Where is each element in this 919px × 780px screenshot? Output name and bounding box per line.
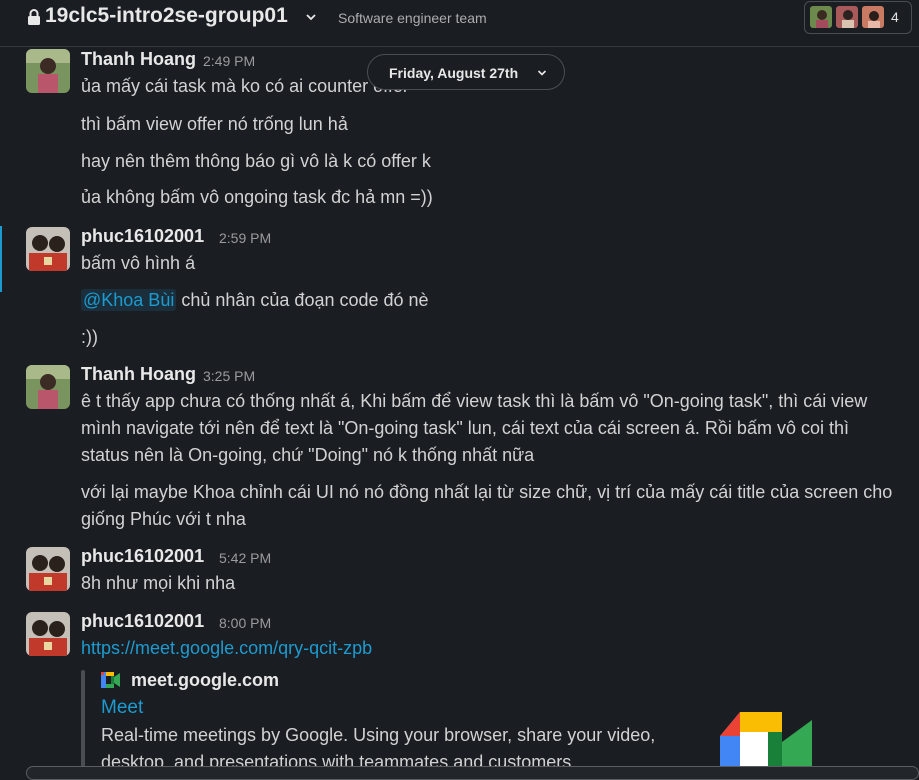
message-line: ủa mấy cái task mà ko có ai counter offe… — [81, 76, 409, 96]
unread-marker — [0, 226, 2, 292]
meet-link[interactable]: https://meet.google.com/qry-qcit-zpb — [81, 638, 372, 659]
chevron-down-icon — [537, 70, 547, 76]
message-author[interactable]: phuc16102001 — [81, 226, 204, 247]
avatar[interactable] — [26, 227, 70, 271]
chevron-down-icon[interactable] — [305, 11, 317, 23]
google-meet-logo — [720, 712, 812, 773]
message-line: bấm vô hình á — [81, 253, 196, 273]
message-line: status nên là On-going, chứ "Doing" nó k… — [81, 445, 535, 465]
unfurl-site-name: meet.google.com — [131, 670, 280, 690]
message-line: thì bấm view offer nó trống lun hả — [81, 114, 348, 134]
message-author[interactable]: phuc16102001 — [81, 611, 204, 632]
avatar[interactable] — [26, 612, 70, 656]
message-author[interactable]: phuc16102001 — [81, 546, 204, 567]
unfurl-title-link[interactable]: Meet — [101, 697, 143, 719]
message-line: mình navigate tới nên để text là "On-goi… — [81, 418, 849, 438]
member-avatar — [861, 5, 885, 29]
member-avatar — [809, 5, 833, 29]
message-author[interactable]: Thanh Hoang — [81, 364, 196, 385]
unfurl-description: Real-time meetings by Google. Using your… — [101, 725, 656, 745]
message-line: @Khoa Bùi chủ nhân của đoạn code đó nè — [81, 289, 429, 311]
avatar[interactable] — [26, 365, 70, 409]
message-line-text: chủ nhân của đoạn code đó nè — [181, 290, 429, 310]
message-line: giống Phúc với t nha — [81, 509, 246, 529]
member-avatar — [835, 5, 859, 29]
channel-topic[interactable]: Software engineer team — [338, 10, 487, 26]
unfurl-border — [81, 670, 85, 773]
date-divider-label: Friday, August 27th — [389, 65, 519, 81]
channel-header: 19clc5-intro2se-group01 Software enginee… — [0, 0, 919, 47]
message-time[interactable]: 5:42 PM — [219, 550, 271, 566]
members-button[interactable]: 4 — [804, 1, 912, 34]
message-time[interactable]: 2:49 PM — [203, 53, 255, 69]
message-line: :)) — [81, 327, 98, 347]
message-line: ê t thấy app chưa có thống nhất á, Khi b… — [81, 391, 868, 411]
avatar[interactable] — [26, 49, 70, 93]
message-time[interactable]: 3:25 PM — [203, 368, 255, 384]
member-count: 4 — [891, 9, 899, 25]
date-divider-button[interactable]: Friday, August 27th — [367, 54, 565, 90]
message-line: 8h như mọi khi nha — [81, 573, 236, 593]
message-line: với lại maybe Khoa chỉnh cái UI nó nó đồ… — [81, 482, 893, 502]
avatar[interactable] — [26, 547, 70, 591]
message-time[interactable]: 8:00 PM — [219, 615, 271, 631]
channel-name-button[interactable]: 19clc5-intro2se-group01 — [45, 4, 288, 28]
lock-icon — [28, 9, 40, 25]
message-line: ủa không bấm vô ongoing task đc hả mn =)… — [81, 187, 433, 207]
user-mention[interactable]: @Khoa Bùi — [81, 289, 177, 311]
message-line: hay nên thêm thông báo gì vô là k có off… — [81, 151, 431, 171]
message-time[interactable]: 2:59 PM — [219, 230, 271, 246]
google-meet-icon — [101, 672, 120, 688]
message-composer[interactable] — [26, 766, 919, 780]
message-author[interactable]: Thanh Hoang — [81, 49, 196, 70]
